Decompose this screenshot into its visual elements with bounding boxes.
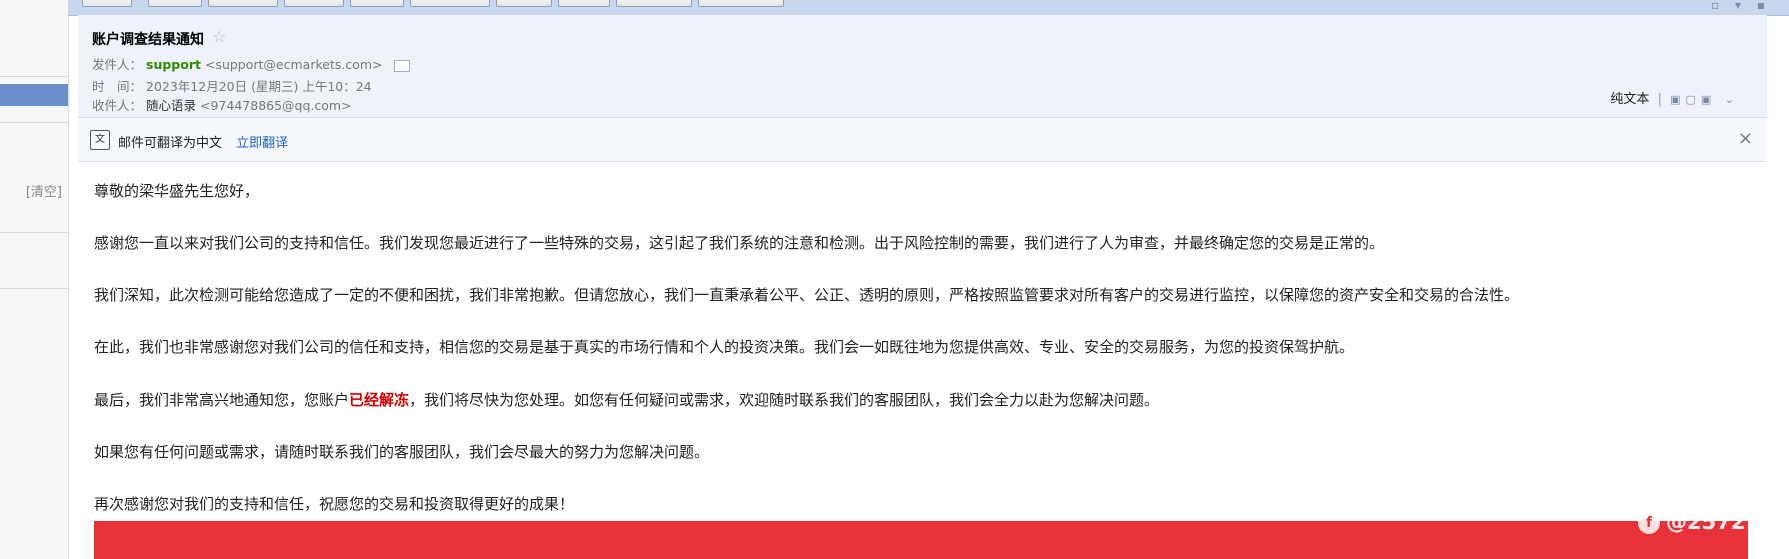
move-to-button[interactable] [698, 0, 784, 7]
time-value: 2023年12月20日 (星期三) 上午10：24 [146, 79, 372, 94]
sidebar-divider [0, 76, 68, 77]
body-paragraph: 再次感谢您对我们的支持和信任，祝愿您的交易和投资取得更好的成果！ [94, 495, 575, 513]
contact-card-icon[interactable] [394, 59, 411, 72]
reject-button[interactable] [558, 0, 610, 7]
sidebar-active-folder[interactable] [0, 84, 68, 106]
red-banner [94, 521, 1748, 559]
sidebar-divider [0, 288, 68, 289]
delete-button[interactable] [350, 0, 404, 7]
greeting: 尊敬的梁华盛先生您好， [94, 182, 260, 200]
time-label: 时 间： [92, 79, 143, 94]
back-button[interactable] [82, 0, 132, 7]
recipient-email: <974478865@qq.com> [200, 98, 352, 113]
watermark-text: @257219 [1666, 510, 1775, 534]
paragraph-text: 最后，我们非常高兴地通知您，您账户 [94, 391, 350, 409]
sender-label: 发件人： [92, 57, 143, 72]
mail-toolbar: ▫ ▾ ▪ [68, 0, 1789, 16]
reply-all-button[interactable] [208, 0, 278, 7]
view-options: 纯文本 | ▣▢▣ ⌄ [1610, 88, 1739, 107]
translate-now-link[interactable]: 立即翻译 [236, 136, 288, 151]
folder-sidebar: [清空] [0, 0, 69, 559]
sidebar-divider [0, 232, 68, 233]
platform-logo-icon: f [1638, 512, 1660, 534]
star-icon[interactable]: ☆ [212, 27, 226, 46]
translate-bar: 文 邮件可翻译为中文 立即翻译 × [78, 118, 1767, 162]
delete-permanently-button[interactable] [410, 0, 490, 7]
recipient-row: 收件人： 随心语录 <974478865@qq.com> [92, 95, 352, 114]
sender-name[interactable]: support [146, 57, 201, 72]
translate-notice: 邮件可翻译为中文 立即翻译 [118, 132, 288, 151]
recipient-name[interactable]: 随心语录 [146, 98, 196, 113]
mail-header: 账户调查结果通知 ☆ 发件人： support <support@ecmarke… [78, 15, 1767, 118]
translate-message: 邮件可翻译为中文 [118, 136, 223, 151]
forward-button[interactable] [284, 0, 344, 7]
watermark: f @257219 [1638, 510, 1775, 534]
sender-email: <support@ecmarkets.com> [204, 57, 383, 72]
header-action-icons[interactable]: ▣▢▣ ⌄ [1670, 93, 1739, 106]
mail-subject: 账户调查结果通知 [92, 32, 204, 48]
translate-icon: 文 [90, 130, 110, 150]
time-row: 时 间： 2023年12月20日 (星期三) 上午10：24 [92, 76, 372, 95]
sidebar-divider [0, 122, 68, 123]
paragraph-text: ，我们将尽快为您处理。如您有任何疑问或需求，欢迎随时联系我们的客服团队，我们会全… [409, 391, 1160, 409]
report-button[interactable] [496, 0, 552, 7]
unfrozen-highlight: 已经解冻 [349, 391, 410, 409]
plain-text-link[interactable]: 纯文本 [1610, 92, 1649, 107]
close-icon[interactable]: × [1738, 128, 1753, 149]
clear-link[interactable]: [清空] [26, 181, 62, 200]
reply-button[interactable] [148, 0, 202, 7]
separator: | [1657, 92, 1662, 107]
recipient-label: 收件人： [92, 98, 143, 113]
body-paragraph: 感谢您一直以来对我们公司的支持和信任。我们发现您最近进行了一些特殊的交易，这引起… [94, 234, 1385, 252]
mark-as-button[interactable] [616, 0, 692, 7]
body-paragraph: 我们深知，此次检测可能给您造成了一定的不便和困扰，我们非常抱歉。但请您放心，我们… [94, 286, 1520, 304]
sender-row: 发件人： support <support@ecmarkets.com> [92, 54, 411, 73]
body-paragraph: 如果您有任何问题或需求，请随时联系我们的客服团队，我们会尽最大的努力为您解决问题… [94, 443, 710, 461]
body-paragraph: 最后，我们非常高兴地通知您，您账户已经解冻，我们将尽快为您处理。如您有任何疑问或… [94, 389, 1159, 410]
body-paragraph: 在此，我们也非常感谢您对我们公司的信任和支持，相信您的交易是基于真实的市场行情和… [94, 338, 1355, 356]
toolbar-icons[interactable]: ▫ ▾ ▪ [1711, 0, 1771, 12]
